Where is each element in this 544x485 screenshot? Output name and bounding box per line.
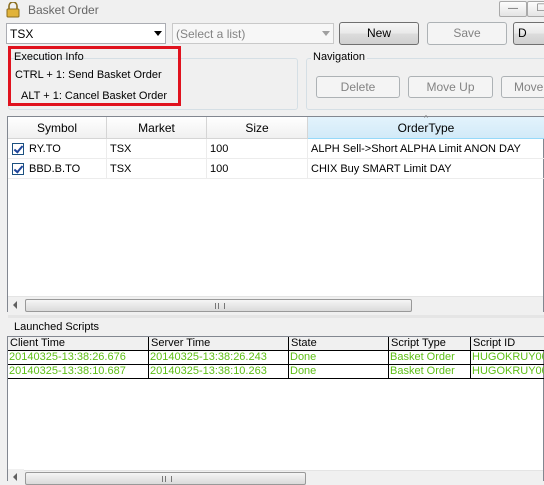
column-header-label: Client Time	[10, 337, 66, 349]
table-row[interactable]: BBD.B.TO	[8, 159, 107, 179]
cell-size[interactable]: 100	[207, 139, 308, 159]
column-header-label: Server Time	[151, 337, 211, 349]
cell-script-id[interactable]: HUGOKRUY000	[471, 351, 544, 365]
title-bar: Basket Order — ☐	[0, 0, 544, 20]
cell-state[interactable]: Done	[289, 351, 389, 365]
cell-script-id[interactable]: HUGOKRUY000	[471, 365, 544, 379]
cell-symbol: RY.TO	[29, 143, 61, 155]
cell-ordertype[interactable]: ALPH Sell->Short ALPHA Limit ANON DAY	[308, 139, 544, 159]
chevron-down-icon	[154, 31, 162, 36]
cell-script-type[interactable]: Basket Order	[389, 351, 471, 365]
column-header-size[interactable]: Size	[207, 117, 308, 139]
column-header-script-type[interactable]: Script Type	[389, 337, 471, 351]
save-button-label: Save	[453, 26, 481, 40]
launched-scripts-title: Launched Scripts	[14, 321, 99, 333]
cell-text: TSX	[110, 163, 132, 175]
row-checkbox[interactable]	[12, 143, 24, 155]
cell-state[interactable]: Done	[289, 365, 389, 379]
arrow-left-icon	[13, 301, 17, 309]
cell-text: CHIX Buy SMART Limit DAY	[311, 163, 452, 175]
column-header-label: State	[291, 337, 317, 349]
basket-icon	[6, 2, 20, 18]
send-basket-shortcut: CTRL + 1: Send Basket Order	[15, 69, 162, 81]
column-header-label: Size	[245, 121, 269, 135]
cell-text: 100	[210, 163, 229, 175]
maximize-button[interactable]: ☐	[527, 1, 544, 17]
cell-text: ALPH Sell->Short ALPHA Limit ANON DAY	[311, 143, 521, 155]
cell-market[interactable]: TSX	[107, 139, 207, 159]
execution-info-title: Execution Info	[14, 51, 84, 63]
cell-server-time[interactable]: 20140325-13:38:26.243	[149, 351, 289, 365]
list-select[interactable]: (Select a list)	[172, 23, 334, 44]
column-header-label: Script ID	[473, 337, 516, 349]
table-row[interactable]: RY.TO	[8, 139, 107, 159]
move-up-button-label: Move Up	[426, 80, 475, 94]
move-up-button[interactable]: Move Up	[408, 76, 493, 98]
column-header-label: Script Type	[391, 337, 446, 349]
scrollbar-thumb[interactable]	[25, 472, 306, 485]
column-header-market[interactable]: Market	[107, 117, 207, 139]
launched-scripts-grid: Client Time Server Time State Script Typ…	[7, 336, 544, 485]
row-checkbox[interactable]	[12, 163, 24, 175]
move-down-button-label: Move	[514, 80, 544, 94]
pane-splitter[interactable]	[8, 315, 544, 318]
cell-text: 100	[210, 143, 229, 155]
table-row[interactable]: 20140325-13:38:10.687	[8, 365, 149, 379]
arrow-left-icon	[13, 473, 17, 481]
delete-button-label: Delete	[340, 80, 376, 94]
chevron-down-icon	[322, 31, 330, 36]
delete-button[interactable]: Delete	[316, 76, 400, 98]
cell-size[interactable]: 100	[207, 159, 308, 179]
scripts-horizontal-scrollbar[interactable]	[8, 469, 543, 485]
scroll-left-button[interactable]	[8, 469, 24, 485]
cell-text: Basket Order	[390, 351, 455, 363]
cell-script-type[interactable]: Basket Order	[389, 365, 471, 379]
cell-symbol: BBD.B.TO	[29, 163, 81, 175]
column-header-server-time[interactable]: Server Time	[149, 337, 289, 351]
scroll-left-button[interactable]	[8, 297, 24, 313]
column-header-script-id[interactable]: Script ID	[471, 337, 544, 351]
grip-icon	[161, 476, 172, 482]
cell-text: TSX	[110, 143, 132, 155]
minimize-button[interactable]: —	[499, 1, 527, 17]
cell-client-time: 20140325-13:38:10.687	[9, 365, 126, 377]
cell-text: HUGOKRUY000	[472, 351, 544, 363]
new-button-label: New	[366, 26, 391, 40]
move-down-button[interactable]: Move	[501, 76, 544, 98]
orders-grid: Symbol Market Size ^ OrderType RY.TO TSX…	[7, 114, 544, 313]
cell-text: Done	[290, 365, 317, 377]
delete-list-button[interactable]: D	[513, 22, 544, 45]
column-header-state[interactable]: State	[289, 337, 389, 351]
window-title: Basket Order	[28, 3, 99, 17]
orders-horizontal-scrollbar[interactable]	[8, 296, 543, 313]
column-header-label: OrderType	[397, 121, 455, 135]
column-header-ordertype[interactable]: ^ OrderType	[308, 114, 544, 139]
navigation-title: Navigation	[311, 51, 367, 63]
list-select-placeholder: (Select a list)	[176, 27, 246, 41]
scrollbar-thumb[interactable]	[25, 299, 412, 312]
minimize-icon: —	[508, 3, 518, 14]
cell-text: 20140325-13:38:10.263	[150, 365, 267, 377]
save-button[interactable]: Save	[427, 22, 507, 45]
column-header-label: Symbol	[36, 121, 77, 135]
column-header-label: Market	[138, 121, 175, 135]
cell-server-time[interactable]: 20140325-13:38:10.263	[149, 365, 289, 379]
cell-text: 20140325-13:38:26.243	[150, 351, 267, 363]
maximize-icon: ☐	[536, 3, 544, 14]
column-header-symbol[interactable]: Symbol	[8, 117, 107, 139]
cell-ordertype[interactable]: CHIX Buy SMART Limit DAY	[308, 159, 544, 179]
cell-market[interactable]: TSX	[107, 159, 207, 179]
column-header-client-time[interactable]: Client Time	[8, 337, 149, 351]
cell-text: HUGOKRUY000	[472, 365, 544, 377]
grip-icon	[214, 303, 225, 309]
cell-text: Basket Order	[390, 365, 455, 377]
cancel-basket-shortcut: ALT + 1: Cancel Basket Order	[21, 90, 168, 102]
exchange-select[interactable]: TSX	[6, 23, 166, 44]
cell-client-time: 20140325-13:38:26.676	[9, 351, 126, 363]
cell-text: Done	[290, 351, 317, 363]
delete-list-button-label: D	[518, 26, 527, 40]
table-row[interactable]: 20140325-13:38:26.676	[8, 351, 149, 365]
exchange-select-value: TSX	[10, 27, 34, 41]
new-button[interactable]: New	[339, 22, 419, 45]
